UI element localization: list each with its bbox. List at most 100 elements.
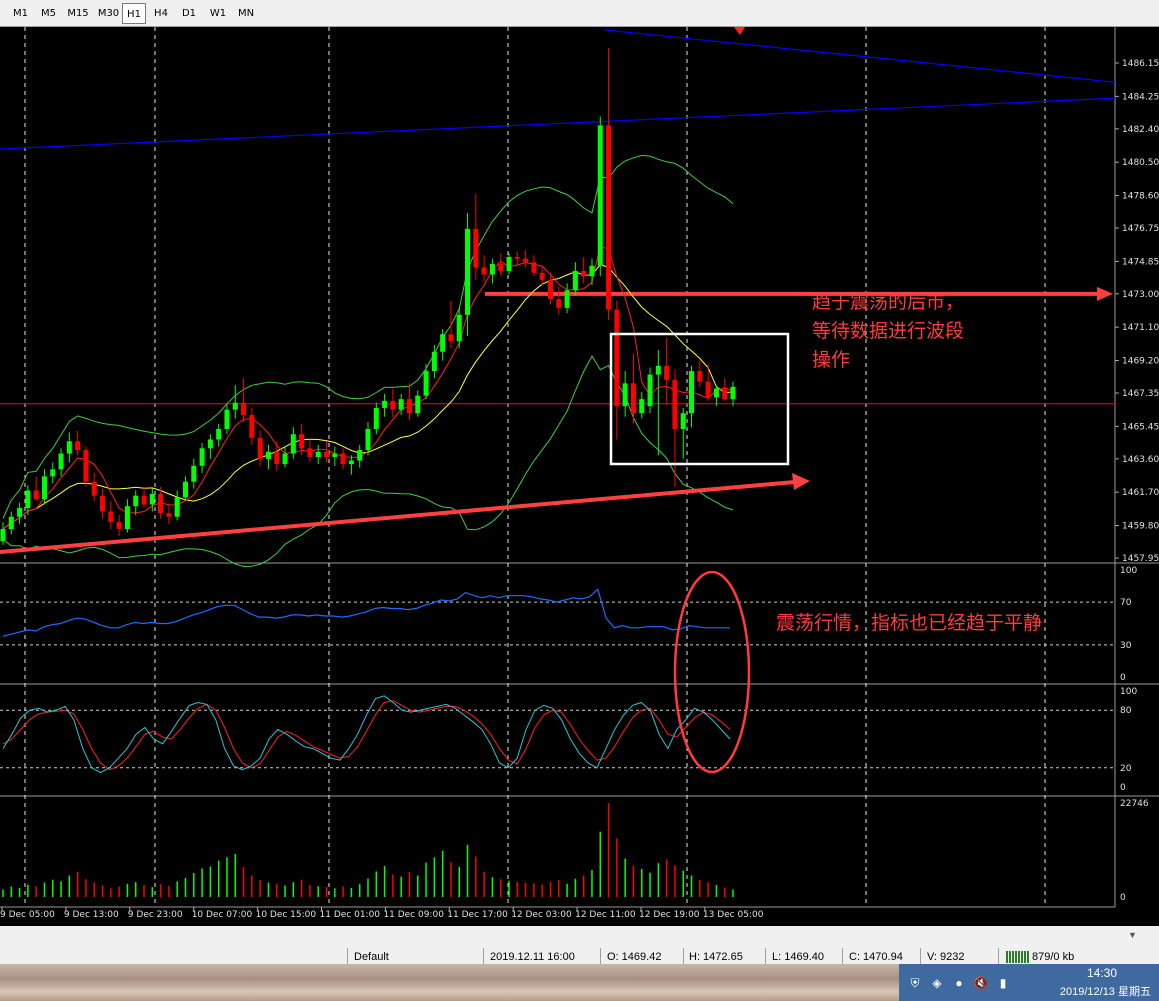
candle-body [332,453,338,458]
candle-body [597,125,603,266]
candle-body [456,314,462,342]
clock-time[interactable]: 14:30 [1087,966,1117,980]
candle-body [141,495,147,505]
candle-body [431,351,437,372]
timeframe-m15-button[interactable]: M15 [63,3,93,24]
price-tick-label: 1465.45 [1122,422,1159,432]
candle-body [33,490,39,500]
timeframe-h1-button[interactable]: H1 [122,3,146,24]
candle-body [572,271,578,291]
candle-body [548,279,553,300]
stoch-signal-line [2,700,731,771]
candle-body [373,407,379,429]
time-tick-label: 11 Dec 17:00 [447,910,508,920]
time-tick-label: 11 Dec 01:00 [320,910,381,920]
status-profile[interactable]: Default [354,950,474,964]
time-tick-label: 12 Dec 19:00 [639,910,700,920]
candle-body [539,272,545,280]
speaker-muted-icon[interactable]: 🔇 [973,975,989,991]
candle-body [630,383,636,414]
main-note-line-1: 趋于震荡的后市， [812,291,965,313]
candle-body [174,497,180,517]
timeframe-toolbar: M1 M5 M15 M30 H1 H4 D1 W1 MN [0,0,1159,27]
rsi-tick-label: 70 [1120,598,1132,608]
candle-body [639,399,645,414]
network-box-icon[interactable]: ◈ [929,975,945,991]
price-tick-label: 1463.60 [1122,455,1159,465]
candle-body [531,262,537,273]
status-low: L: 1469.40 [772,951,824,963]
candle-body [730,386,736,400]
time-tick-label: 11 Dec 09:00 [383,910,444,920]
timeframe-h4-button[interactable]: H4 [147,3,175,24]
candle-body [124,506,130,530]
candle-body [299,434,305,449]
candle-body [100,495,106,512]
timeframe-d1-button[interactable]: D1 [176,3,202,24]
candle-body [315,451,321,458]
qq-penguin-icon[interactable]: ● [951,975,967,991]
status-separator [920,948,921,964]
candle-body [722,388,728,400]
timeframe-m1-button[interactable]: M1 [6,3,35,24]
timeframe-m5-button[interactable]: M5 [34,3,63,24]
candle-body [523,258,529,263]
candle-body [672,379,678,429]
status-bar: Default 2019.12.11 16:00 O: 1469.42 H: 1… [0,926,1159,964]
chart-canvas[interactable]: 1486.15 1484.25 1482.40 1480.50 1478.60 1476.… [0,27,1159,926]
status-separator [765,948,766,964]
candle-body [406,399,412,414]
candle-body [274,451,280,465]
price-tick-label: 1486.15 [1122,59,1159,69]
candle-body [166,513,172,517]
status-separator [998,948,999,964]
price-tick-label: 1461.70 [1122,488,1159,498]
trading-terminal-window: M1 M5 M15 M30 H1 H4 D1 W1 MN 1486.15 1484.25 1482.… [0,0,1159,1001]
support-arrow-head [792,473,810,490]
candle-body [689,371,695,414]
candle-body [216,428,222,440]
candle-body [340,453,346,465]
period-marker-icon [734,27,745,35]
candle-body [556,299,562,308]
candle-body [415,395,421,414]
time-tick-label: 10 Dec 07:00 [192,910,253,920]
timeframe-m30-button[interactable]: M30 [93,3,124,24]
candle-body [348,460,354,465]
status-separator [842,948,843,964]
candle-body [697,371,703,382]
status-datetime: 2019.12.11 16:00 [490,951,575,963]
price-tick-label: 1480.50 [1122,158,1159,168]
time-tick-label: 9 Dec 13:00 [64,910,119,920]
chart-area[interactable]: 1486.15 1484.25 1482.40 1480.50 1478.60 1476.… [0,27,1159,926]
timeframe-mn-button[interactable]: MN [233,3,259,24]
candle-body [224,409,230,429]
time-tick-label: 9 Dec 23:00 [128,910,183,920]
status-open: O: 1469.42 [607,951,662,963]
shield-icon[interactable]: ⛨ [907,975,923,991]
volume-tick-label: 22746 [1120,799,1149,809]
candle-body [440,334,446,352]
price-tick-label: 1457.95 [1122,554,1159,564]
candle-body [481,267,487,275]
indicator-note: 震荡行情，指标也已经趋于平静 [776,612,1043,634]
candle-body [265,451,271,459]
candle-body [506,256,512,272]
rsi-tick-label: 0 [1120,673,1126,683]
rsi-tick-label: 100 [1120,566,1137,576]
clock-date[interactable]: 2019/12/13 星期五 [1060,983,1151,999]
candle-body [75,441,81,451]
time-tick-label: 12 Dec 11:00 [575,910,636,920]
candle-body [514,256,520,259]
timeframe-w1-button[interactable]: W1 [204,3,232,24]
candle-body [91,481,97,496]
scroll-down-icon[interactable]: ▼ [1128,930,1137,940]
candle-body [324,451,330,458]
candle-body [680,413,686,429]
signal-icon[interactable]: ▮ [995,975,1011,991]
stoch-tick-label: 0 [1120,783,1126,793]
candle-body [357,450,363,461]
candle-body [207,439,213,449]
time-tick-label: 10 Dec 15:00 [256,910,317,920]
status-volume: V: 9232 [927,951,965,963]
